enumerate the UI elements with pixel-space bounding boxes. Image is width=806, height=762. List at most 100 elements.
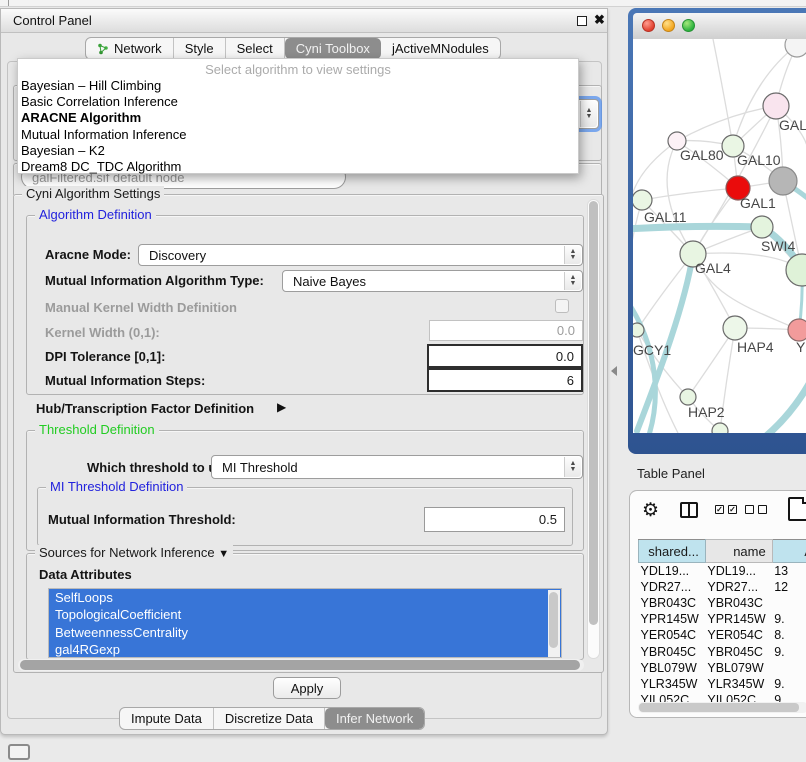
node-label-swi4: SWI4 [761, 238, 795, 254]
algorithm-option-bayesian-k2[interactable]: Bayesian – K2 [18, 143, 578, 159]
column-visibility-icon[interactable] [680, 502, 698, 518]
control-panel-titlebar: Control Panel ✖ [1, 9, 607, 33]
combo-stepper-icon: ▲▼ [564, 246, 581, 264]
table-row[interactable]: YLR345WYLR345W9. [639, 676, 806, 692]
column-header-a[interactable]: A [772, 540, 806, 563]
dpi-tolerance-field[interactable]: 0.0 [427, 344, 583, 368]
table-row[interactable]: YPR145WYPR145W9. [639, 611, 806, 627]
network-node-gal[interactable] [763, 93, 789, 119]
table-cell: YBR045C [639, 643, 706, 659]
algorithm-option-mutual-information-inference[interactable]: Mutual Information Inference [18, 127, 578, 143]
attribute-item-selfloops[interactable]: SelfLoops [49, 589, 561, 606]
table-row[interactable]: YBL079WYBL079W [639, 660, 806, 676]
network-icon [97, 43, 109, 55]
table-horizontal-scrollbar[interactable] [638, 702, 806, 713]
deselect-all-box-icon[interactable] [758, 505, 767, 514]
tab-cyni-toolbox[interactable]: Cyni Toolbox [285, 38, 381, 59]
table-cell: YPR145W [639, 611, 706, 627]
which-threshold-value: MI Threshold [222, 460, 298, 475]
tab-impute-data[interactable]: Impute Data [120, 708, 214, 729]
mi-algorithm-type-combo[interactable]: Naive Bayes ▲▼ [282, 270, 583, 292]
network-node-hap4[interactable] [723, 316, 747, 340]
column-header-shared-[interactable]: shared... [639, 540, 706, 563]
sources-collapse-icon[interactable]: ▼ [218, 548, 229, 560]
network-node[interactable] [712, 423, 728, 433]
network-node[interactable] [769, 167, 797, 195]
attribute-item-betweennesscentrality[interactable]: BetweennessCentrality [49, 624, 561, 641]
panel-dock-icon[interactable] [8, 744, 30, 760]
network-node-hap2[interactable] [680, 389, 696, 405]
kernel-width-field[interactable]: 0.0 [429, 320, 583, 341]
network-node-swi4[interactable] [751, 216, 773, 238]
deselect-all-box-icon[interactable] [745, 505, 754, 514]
table-row[interactable]: YDR27...YDR27...12 [639, 579, 806, 595]
table-cell: YER054C [639, 627, 706, 643]
mi-threshold-field[interactable]: 0.5 [424, 507, 565, 532]
data-attributes-list[interactable]: SelfLoopsTopologicalCoefficientBetweenne… [48, 588, 562, 658]
hub-expand-icon[interactable]: ▶ [277, 400, 286, 414]
network-node[interactable] [786, 254, 806, 286]
table-row[interactable]: YDL19...YDL19...13 [639, 563, 806, 579]
select-all-check-icon[interactable]: ✓ [715, 505, 724, 514]
settings-vertical-scrollbar[interactable] [587, 199, 600, 659]
attributes-list-scrollbar[interactable] [548, 590, 560, 658]
sources-group-title: Sources for Network Inference ▼ [35, 545, 233, 560]
node-label-gal1: GAL1 [740, 195, 776, 211]
tab-select[interactable]: Select [226, 38, 285, 59]
tab-network[interactable]: Network [86, 38, 174, 59]
panel-divider-grip[interactable] [611, 366, 617, 376]
mi-threshold-definition-title: MI Threshold Definition [46, 479, 187, 494]
attribute-item-gal4rgexp[interactable]: gal4RGexp [49, 641, 561, 658]
algorithm-dropdown-popup: Select algorithm to view settings Bayesi… [17, 58, 579, 174]
mi-steps-field[interactable]: 6 [427, 368, 583, 392]
algorithm-option-dream8-dc-tdc-algorithm[interactable]: Dream8 DC_TDC Algorithm [18, 159, 578, 175]
network-canvas[interactable]: GALGAL80GAL10GAL1GAL11SWI4GAL4GCY1HAP4YH… [633, 39, 806, 433]
aracne-mode-combo[interactable]: Discovery ▲▼ [138, 244, 583, 266]
network-node-gcy1[interactable] [633, 323, 644, 337]
top-toolbar-strip [0, 0, 806, 7]
select-all-check-icon[interactable]: ✓ [728, 505, 737, 514]
node-table[interactable]: shared...nameA YDL19...YDL19...13YDR27..… [638, 539, 806, 704]
kernel-width-label: Kernel Width (0,1): [45, 325, 160, 340]
node-label-gal80: GAL80 [680, 147, 724, 163]
export-document-icon[interactable] [788, 497, 806, 521]
dpi-tolerance-value: 0.0 [556, 349, 574, 364]
settings-horizontal-scrollbar[interactable] [18, 659, 584, 671]
minimize-window-icon[interactable] [662, 19, 675, 32]
apply-button[interactable]: Apply [273, 677, 341, 699]
threshold-definition-title: Threshold Definition [35, 422, 159, 437]
table-row[interactable]: YBR043CYBR043C [639, 595, 806, 611]
close-panel-icon[interactable]: ✖ [594, 12, 605, 28]
network-node-gal11[interactable] [633, 190, 652, 210]
network-node-y[interactable] [788, 319, 806, 341]
network-window-titlebar[interactable] [633, 13, 806, 39]
cyni-top-tabbar: Network StyleSelectCyni ToolboxjActiveMNo… [85, 37, 501, 60]
tab-jactivemnodules[interactable]: jActiveMNodules [381, 38, 500, 59]
node-label-hap2: HAP2 [688, 404, 725, 420]
float-panel-icon[interactable] [577, 16, 587, 26]
algorithm-option-basic-correlation-inference[interactable]: Basic Correlation Inference [18, 94, 578, 110]
table-cell: YLR345W [705, 676, 772, 692]
control-panel: Control Panel ✖ Network StyleSelectCyni T… [0, 8, 608, 735]
attribute-item-topologicalcoefficient[interactable]: TopologicalCoefficient [49, 606, 561, 623]
which-threshold-combo[interactable]: MI Threshold ▲▼ [211, 455, 583, 479]
tab-discretize-data[interactable]: Discretize Data [214, 708, 325, 729]
aracne-mode-value: Discovery [149, 248, 206, 263]
close-window-icon[interactable] [642, 19, 655, 32]
tab-label: Network [114, 41, 162, 56]
tab-infer-network[interactable]: Infer Network [325, 708, 424, 729]
table-panel-title: Table Panel [637, 466, 705, 481]
algorithm-option-bayesian-hill-climbing[interactable]: Bayesian – Hill Climbing [18, 78, 578, 94]
settings-group-title: Cyni Algorithm Settings [22, 186, 164, 201]
table-row[interactable]: YER054CYER054C8. [639, 627, 806, 643]
combo-stepper-icon: ▲▼ [580, 101, 597, 127]
table-row[interactable]: YBR045CYBR045C9. [639, 643, 806, 659]
settings-gear-icon[interactable]: ⚙ [642, 499, 659, 522]
tab-style[interactable]: Style [174, 38, 226, 59]
network-node[interactable] [785, 39, 806, 57]
algorithm-option-aracne-algorithm[interactable]: ARACNE Algorithm [18, 110, 578, 126]
manual-kernel-checkbox[interactable] [555, 299, 569, 313]
algorithm-definition-group: Algorithm Definition Aracne Mode: Discov… [26, 215, 584, 395]
zoom-window-icon[interactable] [682, 19, 695, 32]
column-header-name[interactable]: name [705, 540, 772, 563]
